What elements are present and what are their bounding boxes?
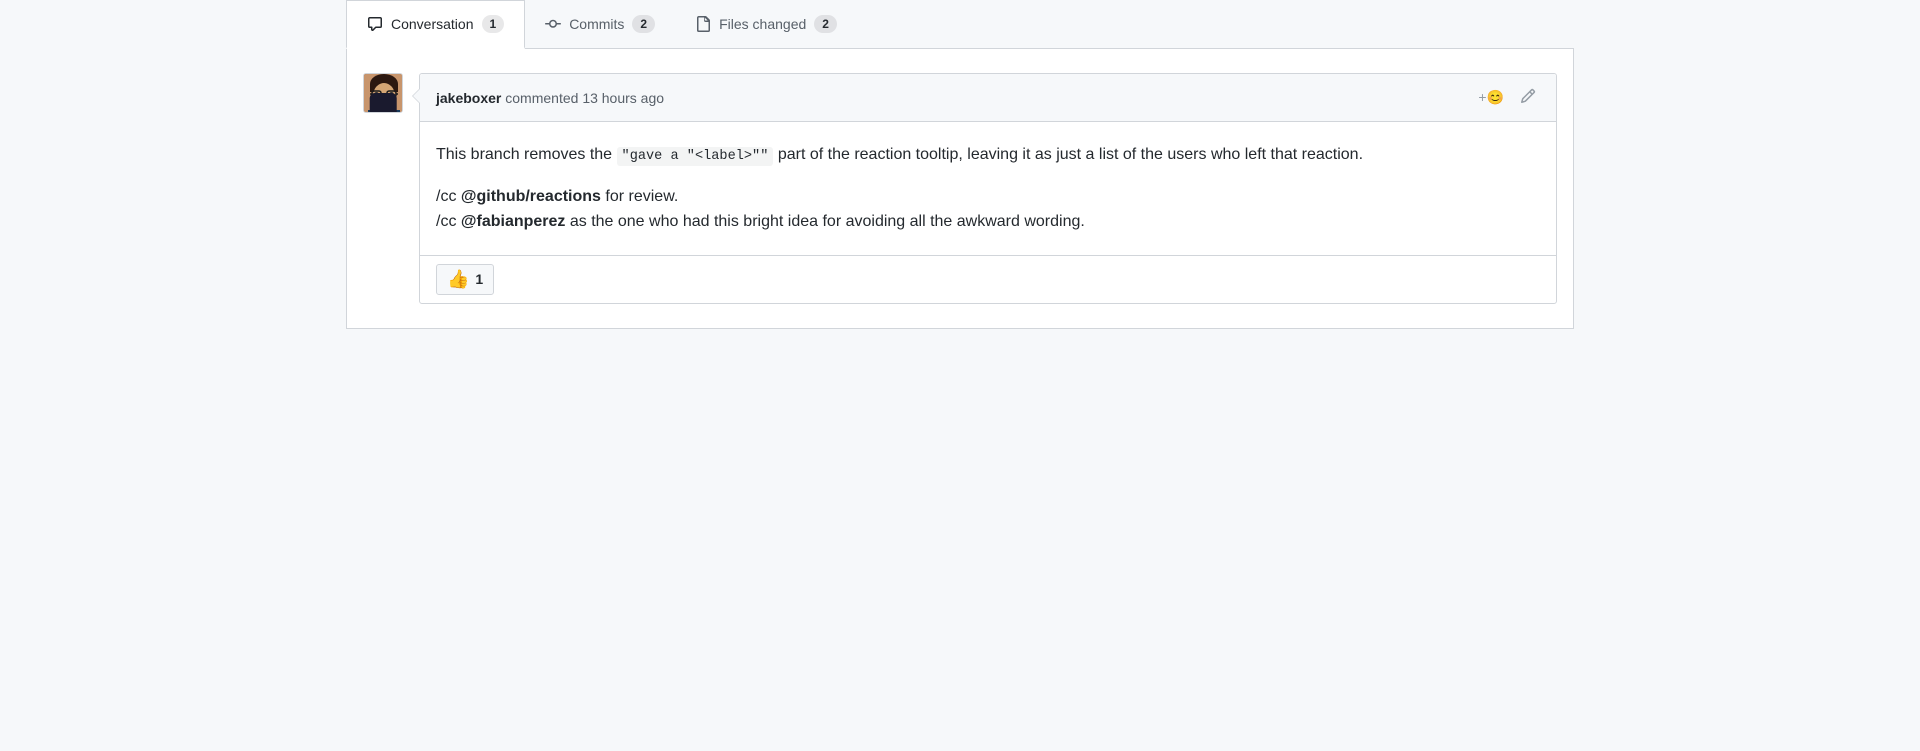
commits-icon [545,16,561,32]
comment-actions: +😊 [1474,84,1540,111]
inline-code-1: "gave a "<label>"" [617,147,774,166]
avatar [363,73,403,113]
comment-header: jakeboxer commented 13 hours ago +😊 [420,74,1556,122]
comment-action: commented [505,90,582,106]
content-area: jakeboxer commented 13 hours ago +😊 [346,49,1574,329]
tab-conversation-label: Conversation [391,16,474,32]
tab-files-label: Files changed [719,16,806,32]
files-changed-count: 2 [814,15,837,33]
files-changed-icon [695,16,711,32]
add-reaction-button[interactable]: +😊 [1474,85,1508,110]
tab-files-changed[interactable]: Files changed 2 [675,0,857,49]
mention-github-reactions[interactable]: @github/reactions [461,188,601,205]
tab-commits-label: Commits [569,16,624,32]
edit-comment-button[interactable] [1516,84,1540,111]
comment-meta: jakeboxer commented 13 hours ago [436,90,664,106]
mention-fabianperez[interactable]: @fabianperez [461,213,566,230]
comment-container: jakeboxer commented 13 hours ago +😊 [363,73,1557,304]
thumbsup-count: 1 [475,271,483,287]
comment-paragraph-2: /cc @github/reactions for review. /cc @f… [436,184,1540,235]
thumbsup-emoji: 👍 [447,269,469,290]
commenter-username[interactable]: jakeboxer [436,90,501,106]
comment-box: jakeboxer commented 13 hours ago +😊 [419,73,1557,304]
comment-body: This branch removes the "gave a "<label>… [420,122,1556,255]
comment-paragraph-1: This branch removes the "gave a "<label>… [436,142,1540,168]
reactions-bar: 👍 1 [420,255,1556,303]
tab-commits[interactable]: Commits 2 [525,0,675,49]
conversation-count: 1 [482,15,505,33]
thumbsup-reaction[interactable]: 👍 1 [436,264,494,295]
tab-bar: Conversation 1 Commits 2 Files changed 2 [346,0,1574,49]
comment-time: 13 hours ago [582,90,664,106]
conversation-icon [367,16,383,32]
tab-conversation[interactable]: Conversation 1 [346,0,525,49]
commits-count: 2 [632,15,655,33]
